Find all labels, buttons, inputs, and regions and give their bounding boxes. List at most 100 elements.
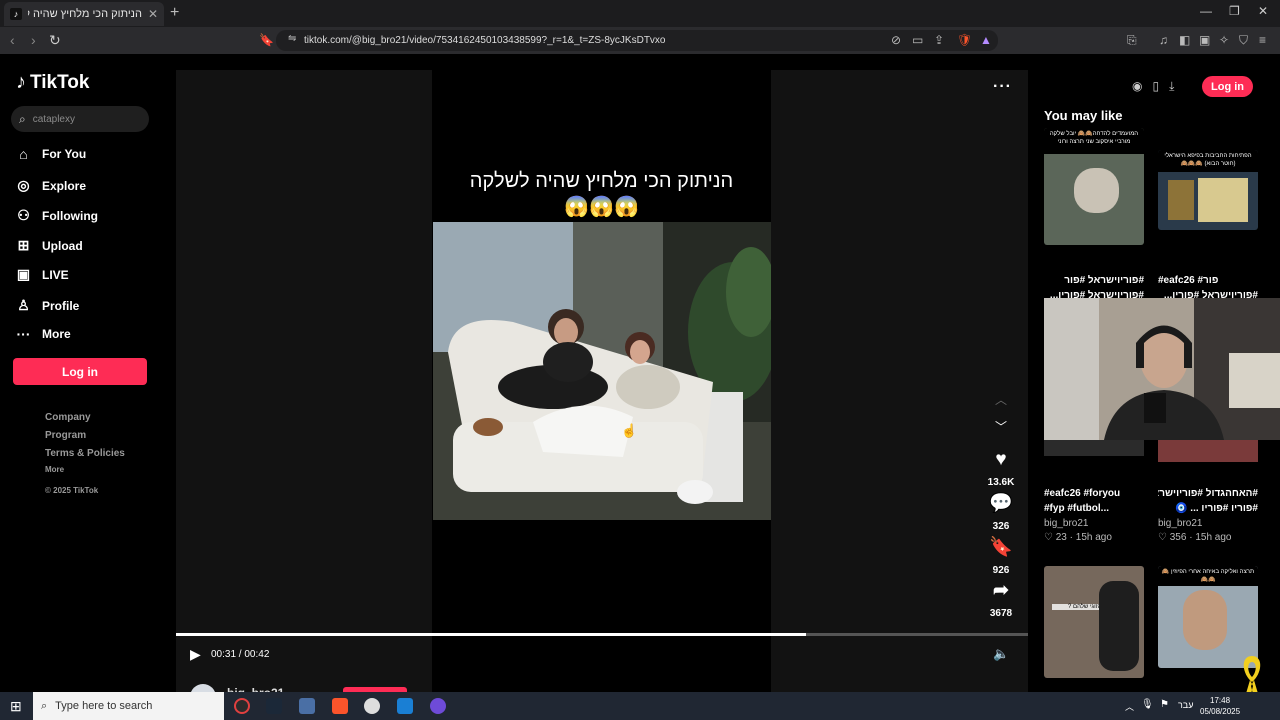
footer-more-link[interactable]: More xyxy=(45,465,64,474)
footer-terms-link[interactable]: Terms & Policies xyxy=(45,448,125,459)
suggested-video-thumbnail[interactable] xyxy=(1158,440,1258,462)
nav-upload[interactable]: ⊞ Upload xyxy=(15,237,83,254)
home-icon: ⌂ xyxy=(19,146,28,162)
video-progress-bar[interactable] xyxy=(176,633,1028,636)
app-icon-1[interactable] xyxy=(234,698,250,714)
app-icon-6[interactable] xyxy=(397,698,413,714)
nav-profile[interactable]: ♙ Profile xyxy=(15,297,79,314)
url-text: tiktok.com/@big_bro21/video/753416245010… xyxy=(304,35,666,46)
leo-ai-icon[interactable]: ✧ xyxy=(1219,33,1229,47)
next-video-icon[interactable]: ﹀ xyxy=(995,418,1007,435)
microphone-icon[interactable]: 🎙 xyxy=(1141,699,1154,710)
footer-company-link[interactable]: Company xyxy=(45,412,91,423)
suggested-video-thumbnail[interactable]: המועמדים להדחה🙈🙈 יובל שלקה מורביי איסקוב… xyxy=(1044,128,1144,245)
system-clock[interactable]: 17:48 05/08/2025 xyxy=(1200,695,1240,717)
address-bar[interactable]: tiktok.com/@big_bro21/video/753416245010… xyxy=(276,30,998,51)
play-icon[interactable]: ▶ xyxy=(190,646,201,663)
volume-icon[interactable]: 🔈 xyxy=(993,646,1009,662)
like-button[interactable]: ♥ 13.6K xyxy=(985,449,1017,488)
site-info-icon[interactable]: ⇋ xyxy=(288,33,296,44)
suggested-caption[interactable]: #fyp #futbol... xyxy=(1044,501,1154,516)
forward-icon[interactable]: › xyxy=(31,32,36,48)
brave-shields-icon[interactable]: 🛡 xyxy=(957,33,972,47)
mouse-cursor-icon: ☝ xyxy=(621,423,638,438)
music-icon[interactable]: ♫ xyxy=(1159,33,1168,47)
login-button[interactable]: Log in xyxy=(13,358,147,385)
save-button[interactable]: 🔖 926 xyxy=(985,535,1017,576)
device-icon[interactable]: ▯ xyxy=(1152,79,1159,93)
language-indicator[interactable]: עבר xyxy=(1178,700,1193,710)
network-icon[interactable]: ⚑ xyxy=(1160,699,1169,710)
clock-time: 17:48 xyxy=(1210,696,1231,705)
app-icon-3[interactable] xyxy=(299,698,315,714)
caption-line-1: הניתוק הכי מלחיץ שהיה לשלקה xyxy=(469,170,734,192)
menu-icon[interactable]: ≡ xyxy=(1259,33,1266,47)
nav-explore[interactable]: ◎ Explore xyxy=(15,177,86,194)
new-tab-icon[interactable]: + xyxy=(170,4,179,22)
browser-tab[interactable]: ♪ הניתוק הכי מלחיץ שהיה לשלקה ✕ xyxy=(4,2,164,26)
brave-taskbar-icon[interactable] xyxy=(332,698,348,714)
tiktok-logo[interactable]: ♪ TikTok xyxy=(16,71,89,94)
sidebar-toggle-icon[interactable]: ⎘ xyxy=(1127,33,1137,48)
suggested-author[interactable]: big_bro21 xyxy=(1044,518,1088,529)
app-icon-5[interactable] xyxy=(364,698,380,714)
nav-label: Following xyxy=(42,208,98,223)
tray-chevron-icon[interactable]: ︿ xyxy=(1125,700,1134,713)
comment-button[interactable]: 💬 326 xyxy=(985,491,1017,532)
nav-for-you[interactable]: ⌂ For You xyxy=(15,146,86,162)
upload-icon: ⊞ xyxy=(17,237,30,253)
share-icon[interactable]: ⇪ xyxy=(934,33,944,47)
minimize-icon[interactable]: — xyxy=(1200,4,1212,18)
following-icon: ⚇ xyxy=(17,207,30,223)
suggested-caption[interactable]: #האחהגדול #פוריוישראל xyxy=(1158,486,1258,501)
cast-off-icon[interactable]: ⊘ xyxy=(891,33,901,47)
caption-line-2: 😱😱😱 xyxy=(564,196,639,218)
brave-rewards-icon[interactable]: ▲ xyxy=(980,33,992,47)
suggested-author[interactable]: big_bro21 xyxy=(1158,518,1202,529)
suggested-caption[interactable]: #eafc26 #פור xyxy=(1158,273,1258,288)
footer-program-link[interactable]: Program xyxy=(45,430,86,441)
suggested-caption[interactable]: #eafc26 #foryou xyxy=(1044,486,1154,501)
webcam-overlay-image xyxy=(1044,298,1280,440)
close-tab-icon[interactable]: ✕ xyxy=(148,7,158,21)
nav-live[interactable]: ▣ LIVE xyxy=(15,266,69,283)
more-options-icon[interactable]: ··· xyxy=(993,78,1012,96)
app-icon-7[interactable] xyxy=(430,698,446,714)
suggested-video-thumbnail[interactable] xyxy=(1044,440,1144,456)
wallet-icon[interactable]: ▣ xyxy=(1199,33,1210,47)
prev-video-icon[interactable]: ︿ xyxy=(995,391,1007,408)
steam-icon[interactable] xyxy=(266,698,282,714)
heart-icon: ♥ xyxy=(995,449,1007,470)
windows-start-icon[interactable]: ⊞ xyxy=(10,698,22,715)
close-window-icon[interactable]: ✕ xyxy=(1258,4,1268,18)
restore-icon[interactable]: ❐ xyxy=(1229,4,1240,18)
suggested-video-thumbnail[interactable]: האם זה הזוגי שלהם ? xyxy=(1044,566,1144,678)
video-caption: הניתוק הכי מלחיץ שהיה לשלקה 😱😱😱 xyxy=(432,168,771,220)
suggested-stats: ♡ 23 · 15h ago xyxy=(1044,532,1112,543)
header-login-button[interactable]: Log in xyxy=(1202,76,1253,97)
back-icon[interactable]: ‹ xyxy=(10,32,15,48)
vpn-icon[interactable]: ⛉ xyxy=(1239,33,1248,48)
suggested-video-thumbnail[interactable]: הפתיחות החביבות בפיפא הישראלי (חוטר הבוא… xyxy=(1158,150,1258,230)
tab-title: הניתוק הכי מלחיץ שהיה לשלקה xyxy=(28,8,142,20)
share-count: 3678 xyxy=(989,608,1013,619)
tiktok-note-icon: ♪ xyxy=(16,71,26,93)
coins-icon[interactable]: ◉ xyxy=(1132,79,1142,93)
nav-following[interactable]: ⚇ Following xyxy=(15,207,98,224)
nav-more[interactable]: ··· More xyxy=(15,326,71,342)
compass-icon: ◎ xyxy=(17,177,30,193)
video-time: 00:31 / 00:42 xyxy=(211,649,270,660)
reload-icon[interactable]: ↻ xyxy=(49,32,61,49)
share-button[interactable]: ➦ 3678 xyxy=(985,579,1017,619)
reader-icon[interactable]: ◧ xyxy=(1179,33,1190,47)
suggested-caption[interactable]: #פוריו #פוריו ... 🧿 xyxy=(1158,501,1258,516)
search-input[interactable]: ⌕ cataplexy xyxy=(11,106,149,132)
suggested-caption[interactable]: #פוריוישראל #פור xyxy=(1044,273,1144,288)
search-icon: ⌕ xyxy=(41,699,48,712)
download-icon[interactable]: ⤓ xyxy=(1169,79,1174,94)
browser-tab-bar: ♪ הניתוק הכי מלחיץ שהיה לשלקה ✕ + — ❐ ✕ xyxy=(0,0,1280,27)
share-arrow-icon: ➦ xyxy=(993,580,1009,601)
screen-icon[interactable]: ▭ xyxy=(912,33,923,47)
taskbar-search-input[interactable]: ⌕ Type here to search xyxy=(33,692,224,720)
bookmark-icon[interactable]: 🔖 xyxy=(259,33,274,47)
